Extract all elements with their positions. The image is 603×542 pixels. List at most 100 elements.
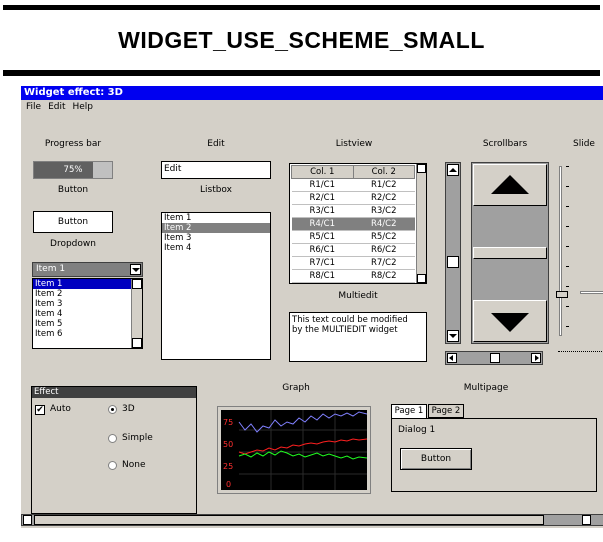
table-row[interactable]: R6/C1 R6/C2 [291,243,415,257]
listbox-item[interactable]: Item 2 [162,223,270,233]
horizontal-slider[interactable] [558,286,603,356]
dropdown-list-item[interactable]: Item 6 [33,329,142,339]
table-cell: R8/C1 [291,269,353,283]
dropdown-list-item[interactable]: Item 2 [33,289,142,299]
dropdown-list: Item 1 Item 2 Item 3 Item 4 Item 5 Item … [32,278,143,349]
dropdown-field[interactable]: Item 1 [32,262,143,277]
scroll-up-icon[interactable] [132,279,142,289]
table-cell: R7/C2 [353,256,415,270]
table-cell: R6/C2 [353,243,415,257]
window-horizontal-scrollbar[interactable] [21,514,603,526]
dropdown-list-item[interactable]: Item 1 [33,279,131,289]
table-cell: R7/C1 [291,256,353,270]
demo-window: Widget effect: 3D File Edit Help Progress … [20,85,603,528]
edit-value: Edit [164,164,182,174]
document-title: WIDGET_USE_SCHEME_SMALL [118,27,485,53]
radio-none-label: None [122,460,146,470]
chevron-down-icon [132,268,140,272]
auto-label: Auto [50,404,71,414]
scrollbar-thumb[interactable] [34,515,544,525]
dropdown-list-item[interactable]: Item 5 [33,319,142,329]
button-label: Button [57,185,89,195]
radio-simple-label: Simple [122,433,153,443]
table-cell: R5/C2 [353,230,415,244]
radio-3d[interactable] [108,405,117,414]
table-row[interactable]: R2/C1 R2/C2 [291,191,415,205]
button-widget[interactable]: Button [33,211,113,233]
top-rule [3,5,600,10]
scroll-down-icon[interactable] [132,338,142,348]
progress-bar-label: Progress bar [44,139,102,149]
table-row[interactable]: R1/C1 R1/C2 [291,178,415,192]
radio-simple[interactable] [108,434,117,443]
listview-table: Col. 1 Col. 2 R1/C1 R1/C2 R2/C1 R2/C2 R3/C… [291,165,415,283]
listbox-item[interactable]: Item 1 [162,213,270,223]
table-cell: R3/C2 [353,204,415,218]
tab-page2[interactable]: Page 2 [428,404,464,418]
table-cell: R4/C2 [353,217,415,231]
menu-bar: File Edit Help [21,100,603,114]
scroll-left-icon[interactable] [447,353,457,363]
table-row[interactable]: R8/C1 R8/C2 [291,269,415,283]
effect-title: Effect [32,387,196,398]
graph-canvas [238,410,367,490]
table-cell: R5/C1 [291,230,353,244]
scrollbar-thumb[interactable] [447,256,459,268]
dropdown-arrow-button[interactable] [130,264,141,275]
scroll-down-icon[interactable] [473,300,547,342]
window-titlebar[interactable]: Widget effect: 3D [21,86,603,100]
multiedit-field[interactable]: This text could be modified by the MULTI… [289,312,427,362]
edit-field[interactable]: Edit [161,161,271,179]
effect-group: Effect ✔ Auto 3D Simple None [31,386,197,514]
progress-bar: 75% [33,161,113,179]
table-cell: R2/C2 [353,191,415,205]
vertical-scrollbar-small[interactable] [445,162,461,344]
multiedit-line: by the MULTIEDIT widget [292,325,398,335]
listview-scrollbar[interactable] [416,164,426,283]
table-row[interactable]: R5/C1 R5/C2 [291,230,415,244]
scroll-down-icon[interactable] [447,330,459,342]
scroll-up-icon[interactable] [417,164,426,173]
table-row[interactable]: R4/C1 R4/C2 [291,217,415,231]
scroll-up-icon[interactable] [473,164,547,206]
dropdown-scrollbar[interactable] [131,279,142,348]
multiedit-label: Multiedit [338,291,378,301]
listview-label: Listview [335,139,373,149]
dropdown-list-item[interactable]: Item 4 [33,309,142,319]
listview-column-header[interactable]: Col. 1 [291,165,354,179]
dropdown-label: Dropdown [50,239,96,249]
table-row[interactable]: R3/C1 R3/C2 [291,204,415,218]
vertical-scrollbar-large[interactable] [471,162,549,344]
table-cell: R3/C1 [291,204,353,218]
slider-track [580,291,603,294]
tab-panel: Dialog 1 Button [391,418,597,492]
dialog-button[interactable]: Button [400,448,472,470]
listbox[interactable]: Item 1 Item 2 Item 3 Item 4 [161,212,271,360]
scrollbars-label: Scrollbars [482,139,528,149]
multiedit-line: This text could be modified [292,315,408,325]
dropdown-list-item[interactable]: Item 3 [33,299,142,309]
tab-page1[interactable]: Page 1 [391,404,427,418]
scroll-left-icon[interactable] [23,515,32,525]
listview-column-header[interactable]: Col. 2 [352,165,415,179]
horizontal-scrollbar[interactable] [445,351,543,365]
listbox-item[interactable]: Item 4 [162,243,270,253]
listbox-item[interactable]: Item 3 [162,233,270,243]
scroll-right-icon[interactable] [582,515,591,525]
scroll-right-icon[interactable] [531,353,541,363]
scroll-up-icon[interactable] [447,164,459,176]
radio-none[interactable] [108,461,117,470]
progress-text: 75% [63,165,83,175]
listview[interactable]: Col. 1 Col. 2 R1/C1 R1/C2 R2/C1 R2/C2 R3/C… [289,163,427,284]
menu-help[interactable]: Help [73,102,94,112]
table-row[interactable]: R7/C1 R7/C2 [291,256,415,270]
graph-label: Graph [282,383,310,393]
dialog-title: Dialog 1 [398,425,436,435]
auto-checkbox[interactable]: ✔ [35,405,45,415]
menu-edit[interactable]: Edit [48,102,65,112]
scroll-down-icon[interactable] [417,274,426,283]
edit-label: Edit [207,139,225,149]
scrollbar-thumb[interactable] [490,353,500,363]
menu-file[interactable]: File [26,102,41,112]
scrollbar-thumb[interactable] [473,247,547,259]
